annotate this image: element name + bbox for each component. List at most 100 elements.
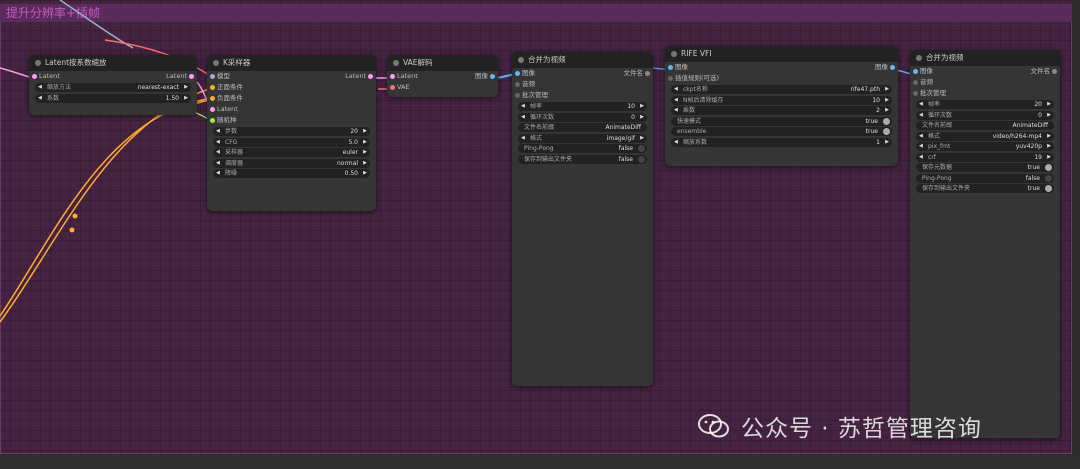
input-negative-pin[interactable] bbox=[210, 96, 215, 101]
widget-crf[interactable]: ◀ crf 19 ▶ bbox=[916, 152, 1054, 162]
widget-format[interactable]: ◀ 格式 video/h264-mp4 ▶ bbox=[916, 131, 1054, 141]
node-title[interactable]: Latent按系数缩放 bbox=[29, 55, 197, 71]
input-batch-pin[interactable] bbox=[515, 93, 520, 98]
widget-filename-prefix[interactable]: 文件名前缀 AnimateDiff bbox=[518, 123, 647, 132]
node-title[interactable]: 合并为视频 bbox=[910, 50, 1060, 66]
collapse-dot-icon[interactable] bbox=[671, 51, 677, 57]
widget-value: rife47.pth bbox=[850, 86, 880, 93]
output-latent-pin[interactable] bbox=[368, 74, 373, 79]
widget-format[interactable]: ◀ 格式 image/gif ▶ bbox=[518, 133, 647, 143]
widget-frame-rate[interactable]: ◀ 帧率 20 ▶ bbox=[916, 100, 1054, 109]
input-latent-pin[interactable] bbox=[390, 74, 395, 79]
collapse-dot-icon[interactable] bbox=[213, 60, 219, 66]
node-combine-video-1[interactable]: 合并为视频 图像 文件名 音频 批次管理 ◀ 帧率 10 ▶ ◀ 循环次数 0 ▶ 文件名前… bbox=[512, 52, 653, 386]
collapse-dot-icon[interactable] bbox=[916, 55, 922, 61]
widget-frame-rate[interactable]: ◀ 帧率 10 ▶ bbox=[518, 102, 647, 111]
input-negative-label: 负面条件 bbox=[217, 94, 243, 102]
widget-loop-count[interactable]: ◀ 循环次数 0 ▶ bbox=[518, 112, 647, 122]
input-batch-label: 批次管理 bbox=[522, 91, 548, 99]
output-image-pin[interactable] bbox=[490, 74, 495, 79]
widget-value: AnimateDiff bbox=[1012, 122, 1048, 129]
widget-label: 系数 bbox=[47, 94, 60, 102]
widget-value: 20 bbox=[350, 128, 358, 135]
widget-scale-factor[interactable]: ◀ 缩放系数 1 ▶ bbox=[671, 137, 892, 147]
input-batch-label: 批次管理 bbox=[920, 89, 946, 97]
input-latent-label: Latent bbox=[39, 72, 60, 80]
node-title[interactable]: K采样器 bbox=[207, 55, 376, 71]
output-latent-pin[interactable] bbox=[189, 74, 194, 79]
input-latent-pin[interactable] bbox=[32, 74, 37, 79]
widget-cfg[interactable]: ◀ CFG 5.0 ▶ bbox=[213, 137, 370, 147]
input-batch-pin[interactable] bbox=[913, 91, 918, 96]
input-vae-pin[interactable] bbox=[390, 85, 395, 90]
output-filename-pin[interactable] bbox=[645, 71, 650, 76]
input-vae-label: VAE bbox=[397, 83, 410, 91]
node-combine-video-2[interactable]: 合并为视频 图像 文件名 音频 批次管理 ◀ 帧率 20 ▶ ◀ 循环次数 0 ▶ 文件名前… bbox=[910, 50, 1060, 438]
widget-value: false bbox=[1025, 174, 1040, 182]
widget-multiplier[interactable]: ◀ 乘数 2 ▶ bbox=[671, 106, 892, 115]
widget-ensemble-toggle[interactable]: ensemble true bbox=[671, 127, 892, 136]
collapse-dot-icon[interactable] bbox=[518, 57, 524, 63]
input-model-label: 模型 bbox=[217, 72, 230, 80]
collapse-dot-icon[interactable] bbox=[35, 60, 41, 66]
widget-scheduler[interactable]: ◀ 调度器 normal ▶ bbox=[213, 158, 370, 168]
node-rife-vfi[interactable]: RIFE VFI 图像 图像 插值规则(可选) ◀ ckpt名称 rife47.pt… bbox=[665, 46, 898, 166]
node-title[interactable]: RIFE VFI bbox=[665, 46, 898, 62]
widget-value: normal bbox=[336, 159, 358, 167]
widget-value: nearest-exact bbox=[137, 84, 179, 91]
collapse-dot-icon[interactable] bbox=[393, 60, 399, 66]
widget-filename-prefix[interactable]: 文件名前缀 AnimateDiff bbox=[916, 121, 1054, 130]
node-ksampler[interactable]: K采样器 模型 Latent 正面条件 负面条件 Latent 随机种 ◀ 步数 2… bbox=[207, 55, 376, 211]
input-image-pin[interactable] bbox=[668, 65, 673, 70]
widget-save-metadata-toggle[interactable]: 保存元数据 true bbox=[916, 163, 1054, 172]
widget-label: 保存到输出文件夹 bbox=[524, 155, 573, 163]
widget-value: false bbox=[618, 145, 633, 152]
wire-top-1 bbox=[59, 0, 134, 49]
widget-scale-by[interactable]: ◀ 系数 1.50 ▶ bbox=[35, 93, 191, 103]
widget-loop-count[interactable]: ◀ 循环次数 0 ▶ bbox=[916, 110, 1054, 120]
canvas-edge-bottom bbox=[0, 454, 1080, 469]
widget-value: 0.50 bbox=[344, 170, 358, 177]
widget-label: Ping-Pong bbox=[922, 174, 952, 182]
widget-label: 文件名前缀 bbox=[922, 122, 953, 129]
widget-clear-cache[interactable]: ◀ N帧后清除缓存 10 ▶ bbox=[671, 95, 892, 105]
widget-label: 采样器 bbox=[225, 149, 244, 156]
widget-label: 循环次数 bbox=[530, 113, 555, 121]
node-title[interactable]: 合并为视频 bbox=[512, 52, 653, 68]
input-audio-pin[interactable] bbox=[913, 80, 918, 85]
input-image-pin[interactable] bbox=[913, 69, 918, 74]
widget-value: true bbox=[865, 117, 878, 125]
widget-pix-fmt[interactable]: ◀ pix_fmt yuv420p ▶ bbox=[916, 142, 1054, 151]
input-seed-pin[interactable] bbox=[210, 118, 215, 123]
widget-fast-mode-toggle[interactable]: 快速模式 true bbox=[671, 116, 892, 126]
input-image-pin[interactable] bbox=[515, 71, 520, 76]
widget-denoise[interactable]: ◀ 降噪 0.50 ▶ bbox=[213, 169, 370, 178]
node-vae-decode[interactable]: VAE解码 Latent 图像 VAE bbox=[387, 55, 498, 97]
widget-value: 10 bbox=[627, 103, 635, 110]
widget-upscale-method[interactable]: ◀ 缩放方法 nearest-exact ▶ bbox=[35, 83, 191, 92]
widget-steps[interactable]: ◀ 步数 20 ▶ bbox=[213, 127, 370, 136]
widget-label: 文件名前缀 bbox=[524, 124, 555, 131]
widget-save-output-toggle[interactable]: 保存到输出文件夹 true bbox=[916, 184, 1054, 193]
input-positive-pin[interactable] bbox=[210, 85, 215, 90]
node-title-text: Latent按系数缩放 bbox=[45, 58, 107, 67]
input-interpolation-pin[interactable] bbox=[668, 76, 673, 81]
input-audio-pin[interactable] bbox=[515, 82, 520, 87]
widget-value: 1.50 bbox=[165, 94, 179, 102]
widget-pingpong-toggle[interactable]: Ping-Pong false bbox=[518, 144, 647, 153]
output-image-pin[interactable] bbox=[890, 65, 895, 70]
node-title[interactable]: VAE解码 bbox=[387, 55, 498, 71]
widget-value: true bbox=[1027, 164, 1040, 171]
widget-value: yuv420p bbox=[1015, 143, 1042, 150]
widget-sampler[interactable]: ◀ 采样器 euler ▶ bbox=[213, 148, 370, 157]
widget-label: 降噪 bbox=[225, 170, 238, 177]
widget-label: ckpt名称 bbox=[683, 86, 708, 93]
input-model-pin[interactable] bbox=[210, 74, 215, 79]
widget-ckpt-name[interactable]: ◀ ckpt名称 rife47.pth ▶ bbox=[671, 85, 892, 94]
node-latent-upscale[interactable]: Latent按系数缩放 Latent Latent ◀ 缩放方法 nearest-e… bbox=[29, 55, 197, 115]
widget-label: pix_fmt bbox=[928, 143, 951, 150]
widget-pingpong-toggle[interactable]: Ping-Pong false bbox=[916, 173, 1054, 183]
input-latent-pin[interactable] bbox=[210, 107, 215, 112]
widget-save-output-toggle[interactable]: 保存到输出文件夹 false bbox=[518, 154, 647, 164]
output-filename-pin[interactable] bbox=[1052, 69, 1057, 74]
